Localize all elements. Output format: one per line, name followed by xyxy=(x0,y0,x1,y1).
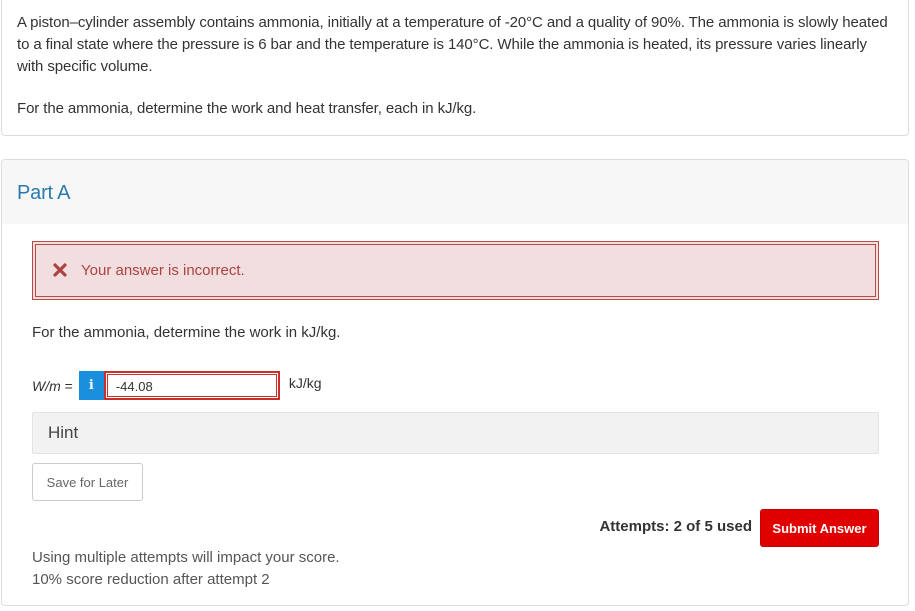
hint-button[interactable]: Hint xyxy=(32,412,879,454)
x-icon xyxy=(53,262,67,277)
feedback-text: Your answer is incorrect. xyxy=(81,262,245,279)
question-prompt: For the ammonia, determine the work and … xyxy=(17,100,477,117)
hint-label: Hint xyxy=(48,423,79,442)
policy-line-1: Using multiple attempts will impact your… xyxy=(32,549,340,566)
equals-sign: = xyxy=(60,377,73,394)
answer-input[interactable] xyxy=(103,371,280,400)
incorrect-feedback-box: Your answer is incorrect. xyxy=(32,241,879,300)
attempt-policy: Using multiple attempts will impact your… xyxy=(32,547,340,591)
submit-answer-button[interactable]: Submit Answer xyxy=(760,509,879,547)
variable-label: W/m = xyxy=(32,378,73,394)
part-a-card: Part A Your answer is incorrect. For the… xyxy=(1,159,909,606)
attempts-counter: Attempts: 2 of 5 used xyxy=(599,518,752,535)
part-instruction: For the ammonia, determine the work in k… xyxy=(32,324,341,341)
unit-label: kJ/kg xyxy=(288,374,322,391)
part-title: Part A xyxy=(17,182,71,204)
save-for-later-button[interactable]: Save for Later xyxy=(32,463,143,501)
part-header: Part A xyxy=(2,160,908,224)
policy-line-2: 10% score reduction after attempt 2 xyxy=(32,571,270,588)
variable-name: W/m xyxy=(32,377,61,394)
answer-row: W/m = i kJ/kg xyxy=(32,371,322,400)
info-icon[interactable]: i xyxy=(78,371,104,400)
question-text: A piston–cylinder assembly contains ammo… xyxy=(17,14,888,75)
question-card: A piston–cylinder assembly contains ammo… xyxy=(1,0,909,136)
